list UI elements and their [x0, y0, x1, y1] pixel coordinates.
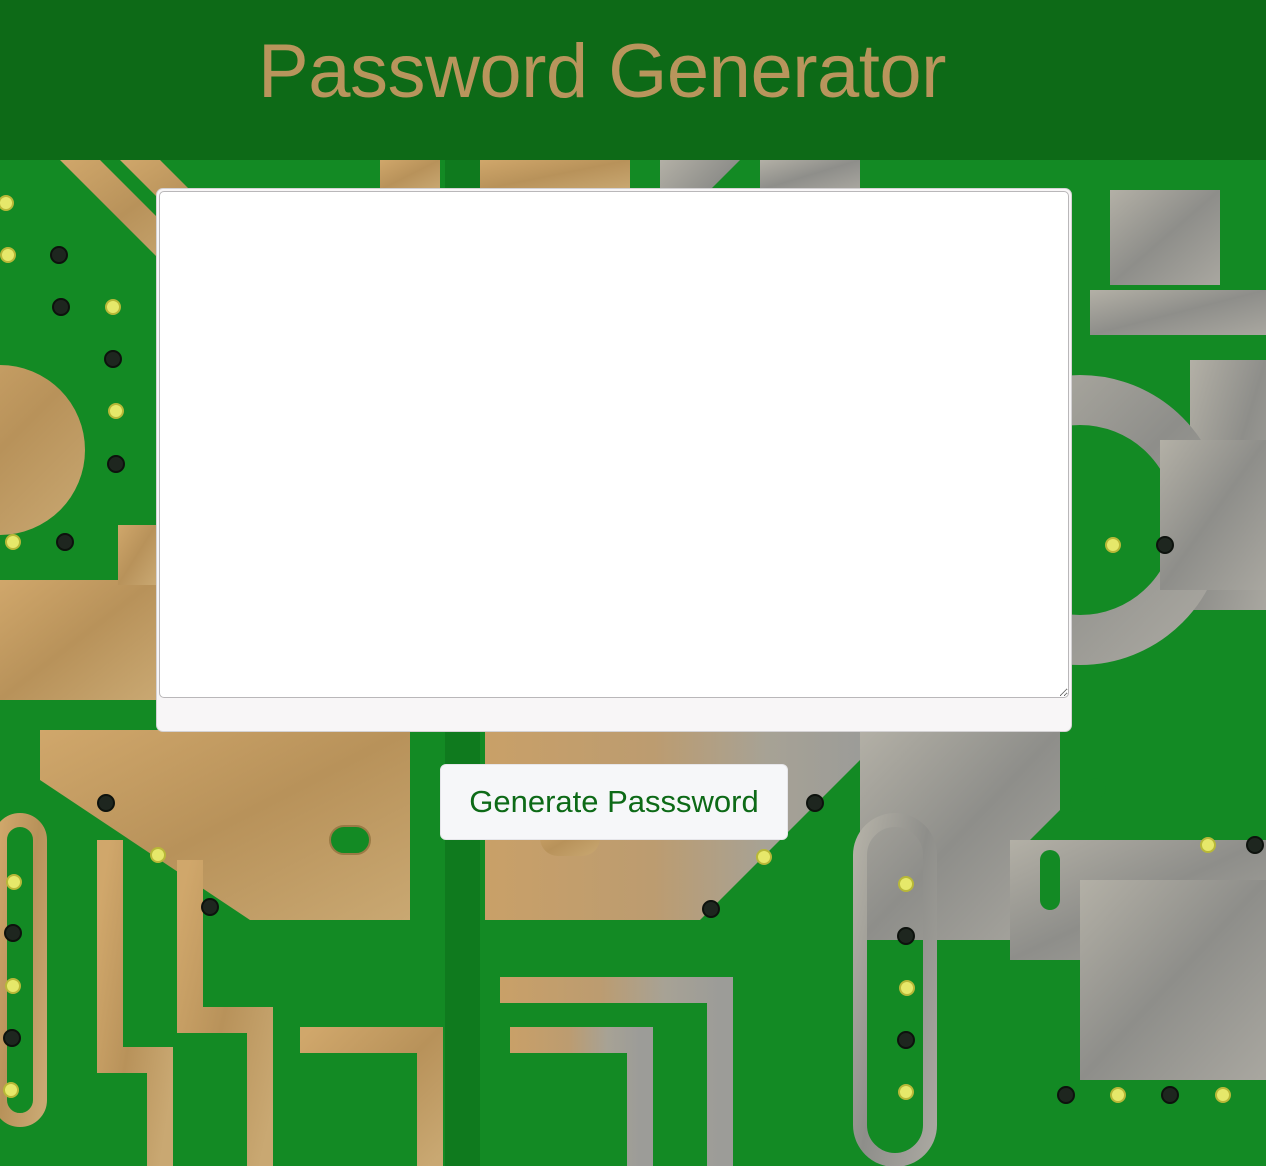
page-title: Password Generator	[258, 29, 947, 114]
password-card	[156, 188, 1072, 732]
generate-password-button[interactable]: Generate Passsword	[440, 764, 788, 840]
page-header: Password Generator	[0, 0, 1266, 160]
password-output-textarea[interactable]	[159, 191, 1069, 698]
